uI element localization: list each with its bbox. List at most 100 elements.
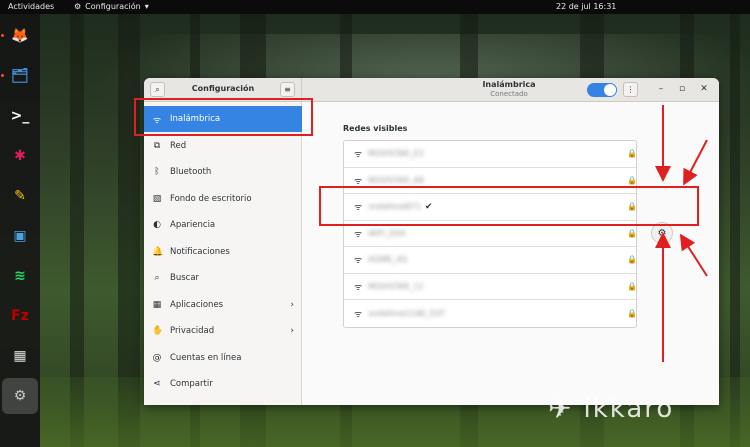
sidebar-item-label: Bluetooth xyxy=(170,167,212,177)
lock-icon: 🔒 xyxy=(627,228,637,238)
watermark: ✈ ikkaro xyxy=(548,392,674,425)
text-editor-launcher[interactable]: ✎ xyxy=(6,182,34,210)
wifi-signal-icon: ᯤ xyxy=(354,282,363,293)
gear-icon: ⚙ xyxy=(657,227,667,239)
terminal-icon: >_ xyxy=(10,108,30,124)
minimize-button[interactable]: – xyxy=(655,84,667,94)
spotify-icon: ≋ xyxy=(14,268,26,284)
sidebar-item[interactable]: ◐ Apariencia xyxy=(144,212,302,238)
screenshot-launcher[interactable]: ▣ xyxy=(6,222,34,250)
sidebar-item-label: Buscar xyxy=(170,273,200,283)
network-list: ᯤ MOVISTAR_E3 🔒 ᯤ MOVISTAR_A8 🔒 ᯤ vodafoneB71 ✔ 🔒… xyxy=(343,140,637,328)
firefox-icon: 🦊 xyxy=(11,28,29,44)
highlight-box-network xyxy=(319,186,699,226)
network-name: WIFI_D50 xyxy=(368,228,406,238)
bluetooth-icon: ᛒ xyxy=(154,167,160,177)
privacy-icon: ✋ xyxy=(152,326,164,336)
terminal-launcher[interactable]: >_ xyxy=(6,102,34,130)
app-menu[interactable]: ⚙ Configuración ▾ xyxy=(74,2,149,11)
sidebar-item[interactable]: ▦ Aplicaciones › xyxy=(144,292,302,318)
network-row[interactable]: ᯤ MOVISTAR_12 🔒 xyxy=(344,274,637,300)
appearance-icon: ◐ xyxy=(153,220,161,230)
panel-subtitle: Conectado xyxy=(490,90,528,98)
wifi-toggle[interactable] xyxy=(587,83,617,97)
chevron-right-icon: › xyxy=(290,299,294,310)
search-icon: ⌕ xyxy=(155,84,160,94)
network-name: MOVISTAR_A8 xyxy=(368,175,424,185)
highlight-box-sidebar xyxy=(134,98,313,136)
network-name: MOVISTAR_12 xyxy=(368,281,424,291)
wifi-options-button[interactable]: ⋮ xyxy=(623,82,638,97)
dock: 🦊 🗂 >_ ✱ ✎ ▣ ≋ Fz ▦ ⚙ xyxy=(0,14,40,447)
kebab-menu-icon: ⋮ xyxy=(626,85,635,94)
share-icon: ⋖ xyxy=(153,379,161,389)
search-button[interactable]: ⌕ xyxy=(150,82,165,97)
sidebar-item[interactable]: 🔔 Notificaciones xyxy=(144,239,302,265)
files-launcher[interactable]: 🗂 xyxy=(6,62,34,90)
wallpaper-icon: ▧ xyxy=(152,193,162,204)
sidebar-item[interactable]: @ Cuentas en línea xyxy=(144,345,302,371)
settings-launcher[interactable]: ⚙ xyxy=(2,378,38,414)
calculator-launcher[interactable]: ▦ xyxy=(6,342,34,370)
running-indicator xyxy=(1,34,4,37)
screenshot-icon: ▣ xyxy=(13,228,27,244)
calculator-icon: ▦ xyxy=(13,348,27,364)
clock[interactable]: 22 de jul 16:31 xyxy=(556,2,616,11)
gear-icon: ⚙ xyxy=(74,2,82,11)
network-name: HOME_4G xyxy=(368,255,408,265)
watermark-text: ikkaro xyxy=(583,393,675,424)
lock-icon: 🔒 xyxy=(627,149,637,159)
lock-icon: 🔒 xyxy=(627,175,637,185)
wifi-signal-icon: ᯤ xyxy=(354,229,363,240)
sidebar-title: Configuración xyxy=(191,84,255,93)
wifi-panel: Redes visibles ᯤ MOVISTAR_E3 🔒 ᯤ MOVISTAR_A8… xyxy=(302,102,719,405)
firefox-launcher[interactable]: 🦊 xyxy=(6,22,34,50)
bell-icon: 🔔 xyxy=(152,246,164,257)
sidebar-item[interactable]: ᛒ Bluetooth xyxy=(144,159,302,185)
sidebar-item[interactable]: ⧉ Red xyxy=(144,133,302,159)
panel-title: Inalámbrica Conectado xyxy=(444,80,574,98)
menu-button[interactable]: ≡ xyxy=(280,82,295,97)
running-indicator xyxy=(1,74,4,77)
lock-icon: 🔒 xyxy=(627,255,637,265)
filezilla-launcher[interactable]: Fz xyxy=(6,302,34,330)
sidebar-item-label: Aplicaciones xyxy=(170,299,224,310)
wifi-signal-icon: ᯤ xyxy=(354,176,363,187)
sidebar-item-label: Apariencia xyxy=(170,220,216,230)
spotify-launcher[interactable]: ≋ xyxy=(6,262,34,290)
sidebar-item[interactable]: ⌕ Buscar xyxy=(144,265,302,291)
network-row[interactable]: ᯤ vodafone11AE_EXT 🔒 xyxy=(344,300,637,327)
app-menu-label: Configuración xyxy=(85,2,141,11)
sidebar-item[interactable]: ▧ Fondo de escritorio xyxy=(144,186,302,212)
sidebar-item-label: Notificaciones xyxy=(170,246,230,257)
slack-launcher[interactable]: ✱ xyxy=(6,142,34,170)
files-icon: 🗂 xyxy=(11,68,29,84)
sidebar-item-label: Cuentas en línea xyxy=(170,352,242,363)
hamburger-icon: ≡ xyxy=(284,85,291,94)
panel-title-text: Inalámbrica xyxy=(482,80,536,89)
network-name: MOVISTAR_E3 xyxy=(368,149,424,159)
sidebar-item-label: Red xyxy=(170,140,187,151)
network-row[interactable]: ᯤ HOME_4G 🔒 xyxy=(344,247,637,274)
lock-icon: 🔒 xyxy=(627,308,637,318)
close-button[interactable]: ✕ xyxy=(698,84,710,94)
sidebar-item[interactable]: ⋖ Compartir xyxy=(144,371,302,397)
settings-icon: ⚙ xyxy=(13,388,27,404)
network-icon: ⧉ xyxy=(153,140,161,151)
maximize-button[interactable]: ▫ xyxy=(676,84,688,94)
wifi-signal-icon: ᯤ xyxy=(354,150,363,161)
search-icon: ⌕ xyxy=(154,273,160,283)
sidebar-item-label: Compartir xyxy=(170,379,213,389)
paper-plane-icon: ✈ xyxy=(548,392,574,425)
slack-icon: ✱ xyxy=(14,148,26,164)
wifi-signal-icon: ᯤ xyxy=(354,309,363,320)
caret-down-icon: ▾ xyxy=(144,2,149,11)
network-row[interactable]: ᯤ MOVISTAR_E3 🔒 xyxy=(344,141,637,168)
sidebar-item[interactable]: ✋ Privacidad › xyxy=(144,318,302,344)
text-editor-icon: ✎ xyxy=(14,188,26,204)
online-accounts-icon: @ xyxy=(152,352,162,363)
lock-icon: 🔒 xyxy=(627,281,637,291)
sidebar-item-label: Privacidad xyxy=(170,326,215,336)
activities-button[interactable]: Actividades xyxy=(8,2,54,11)
wifi-signal-icon: ᯤ xyxy=(354,256,363,267)
